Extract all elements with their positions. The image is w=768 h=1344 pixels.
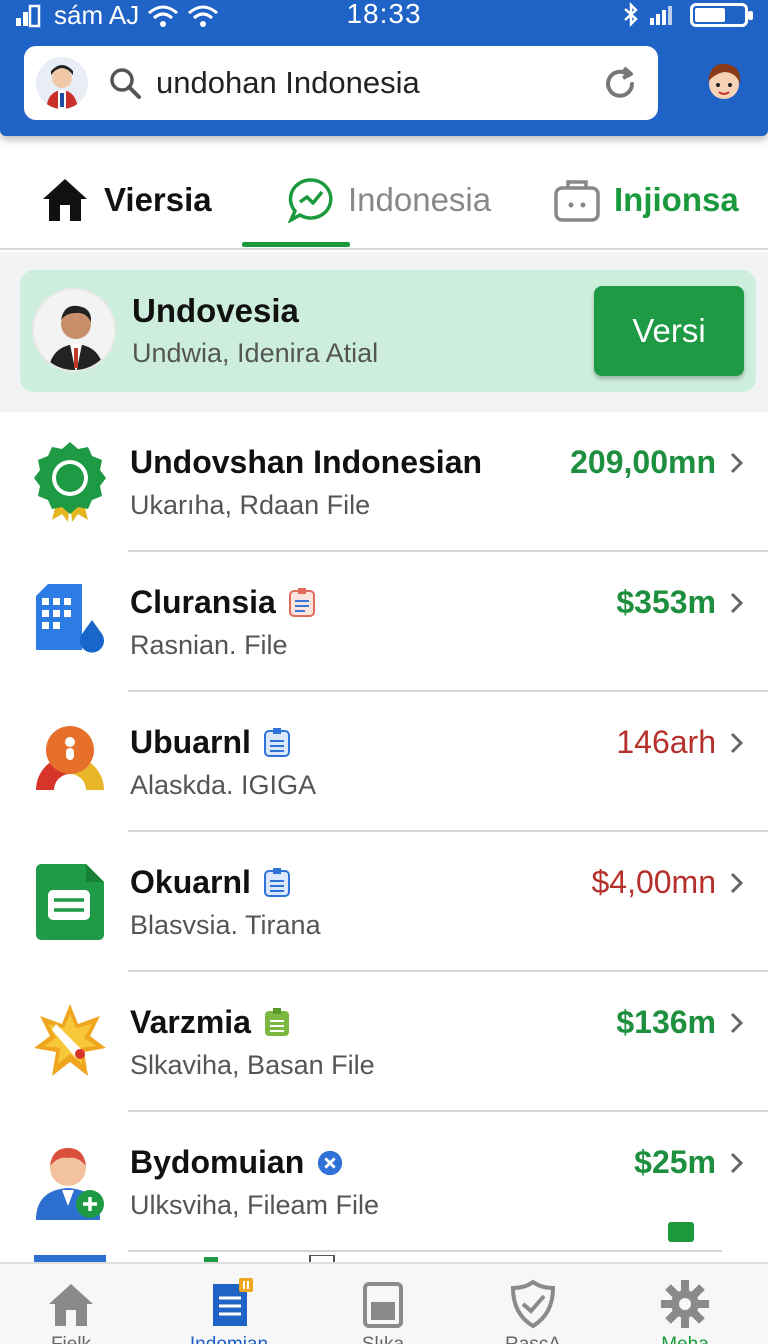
item-name: Undovshan Indonesian — [130, 444, 483, 480]
item-meta: Alaskda. IGIGA — [130, 770, 317, 800]
item-meta: Ulksviha, Fileam File — [130, 1190, 380, 1220]
gear-icon — [661, 1280, 709, 1328]
sheets-icon — [36, 864, 104, 940]
nav-indomian[interactable]: Indomian — [174, 1278, 284, 1344]
nav-label: Indomian — [174, 1334, 284, 1344]
item-meta: Rasnian. File — [130, 630, 288, 660]
avatar[interactable] — [36, 57, 88, 109]
active-tab-indicator — [242, 242, 350, 247]
tab-label: Indonesia — [348, 181, 492, 218]
tab-indonesia[interactable]: Indonesia — [288, 168, 491, 232]
search-input[interactable] — [156, 65, 576, 101]
item-name: Bydomuian — [130, 1144, 305, 1180]
search-icon — [110, 68, 141, 99]
chevron-right-icon — [730, 732, 744, 754]
nav-label: Meha — [630, 1334, 740, 1344]
nav-label: Slıka — [328, 1334, 438, 1344]
item-value: 209,00mn — [570, 444, 716, 480]
versi-button[interactable]: Versi — [594, 286, 744, 376]
briefcase-icon — [554, 180, 600, 222]
list-item[interactable]: Bydomuian Ulksviha, Fileam File $25m — [0, 1112, 768, 1252]
badge-seal-icon — [34, 442, 106, 522]
item-name: Ubuarnl — [130, 724, 251, 760]
list-item[interactable]: Ubuarnl Alaskda. IGIGA 146arh — [0, 692, 768, 832]
tab-bar: Viersia Indonesia Injionsa — [0, 150, 768, 250]
battery-icon — [690, 3, 753, 27]
document-icon — [263, 727, 290, 757]
nav-rasca[interactable]: RascA — [478, 1278, 588, 1344]
scroll-indicator[interactable] — [668, 1222, 694, 1242]
chevron-right-icon — [730, 592, 744, 614]
profile-avatar[interactable] — [696, 54, 752, 110]
avatar — [32, 288, 116, 372]
document-icon — [263, 867, 290, 897]
home-icon — [43, 179, 87, 221]
chevron-right-icon — [730, 1152, 744, 1174]
person-add-icon — [36, 1148, 104, 1220]
tab-viersia[interactable]: Viersia — [40, 168, 212, 232]
cell-signal-icon — [650, 6, 672, 25]
item-value: $25m — [634, 1144, 716, 1180]
promo-card[interactable]: Undovesia Undwia, Idenira Atial Versi — [20, 270, 756, 392]
building-icon — [36, 584, 104, 653]
shield-check-icon — [510, 1279, 556, 1329]
clipboard-icon — [288, 587, 315, 617]
nav-slika[interactable]: Slıka — [328, 1278, 438, 1344]
search-bar[interactable] — [24, 46, 658, 120]
refresh-icon[interactable] — [600, 64, 640, 104]
list-item[interactable]: Undovshan Indonesian Ukarıha, Rdaan File… — [0, 412, 768, 552]
item-meta: Blasvsia. Tirana — [130, 910, 321, 940]
tablet-icon — [363, 1282, 403, 1328]
nav-label: Fielk — [16, 1334, 126, 1344]
nav-meha[interactable]: Meha — [630, 1278, 740, 1344]
item-value: $136m — [616, 1004, 716, 1040]
list-item[interactable]: Okuarnl Blasvsia. Tirana $4,00mn — [0, 832, 768, 972]
promo-section: Undovesia Undwia, Idenira Atial Versi — [0, 252, 768, 412]
notes-icon — [264, 1007, 289, 1036]
bottom-nav: Fielk Indomian Slıka RascA Meha — [0, 1262, 768, 1344]
item-value: 146arh — [616, 724, 716, 760]
app-header: sám AJ 18:33 — [0, 0, 768, 136]
list-item[interactable]: Varzmia Slkaviha, Basan File $136m — [0, 972, 768, 1112]
item-name: Okuarnl — [130, 864, 251, 900]
item-value: $4,00mn — [591, 864, 716, 900]
item-value: $353m — [616, 584, 716, 620]
item-list: Undovshan Indonesian Ukarıha, Rdaan File… — [0, 412, 768, 1252]
user-arch-icon — [36, 726, 104, 790]
chevron-right-icon — [730, 872, 744, 894]
nav-fielk[interactable]: Fielk — [16, 1278, 126, 1344]
bluetooth-icon — [624, 2, 638, 28]
tab-label: Injionsa — [614, 181, 739, 218]
item-meta: Ukarıha, Rdaan File — [130, 490, 371, 520]
item-meta: Slkaviha, Basan File — [130, 1050, 375, 1080]
nav-label: RascA — [478, 1334, 588, 1344]
promo-subtitle: Undwia, Idenira Atial — [132, 338, 379, 368]
list-item[interactable]: Cluransia Rasnian. File $353m — [0, 552, 768, 692]
tab-injionsa[interactable]: Injionsa — [554, 168, 739, 232]
starburst-icon — [34, 1004, 106, 1076]
status-bar: sám AJ 18:33 — [0, 0, 768, 36]
item-name: Cluransia — [130, 584, 276, 620]
close-circle-icon — [318, 1150, 343, 1175]
document-icon — [213, 1278, 253, 1326]
promo-title: Undovesia — [132, 292, 299, 329]
tab-label: Viersia — [104, 181, 212, 218]
chevron-right-icon — [730, 1012, 744, 1034]
chat-icon — [288, 178, 333, 223]
home-icon — [49, 1284, 93, 1326]
chevron-right-icon — [730, 452, 744, 474]
next-item-peek — [0, 1252, 768, 1262]
item-name: Varzmia — [130, 1004, 251, 1040]
